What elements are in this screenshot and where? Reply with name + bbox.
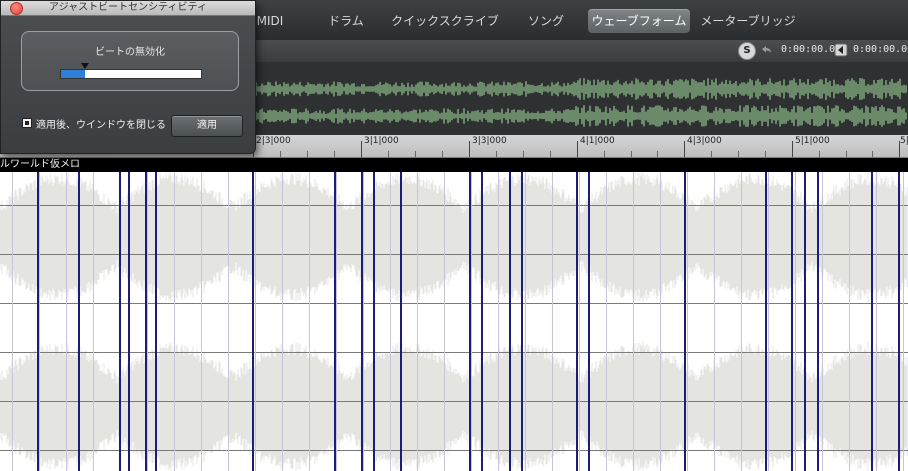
time-start-readout: 0:00:00.00	[781, 44, 842, 55]
ruler-label: 3|3|000	[472, 136, 507, 146]
slider-fill	[61, 70, 85, 78]
tab-song[interactable]: ソング	[514, 9, 578, 33]
tab-drum[interactable]: ドラム	[316, 9, 376, 33]
close-icon[interactable]	[10, 2, 23, 15]
beat-sensitivity-slider[interactable]	[60, 63, 202, 79]
marker-icon[interactable]	[834, 43, 848, 57]
dialog-titlebar[interactable]: アジャストビートセンシティビティ	[1, 1, 255, 16]
tab-meterbridge[interactable]: メーターブリッジ	[698, 9, 798, 33]
main-waveform-editor[interactable]	[0, 172, 908, 471]
beat-disable-group: ビートの無効化	[21, 31, 239, 91]
tab-midi[interactable]: MIDI	[250, 9, 290, 33]
undo-icon[interactable]	[759, 43, 773, 57]
apply-button[interactable]: 適用	[171, 115, 243, 137]
beat-disable-label: ビートの無効化	[95, 47, 165, 58]
ruler-label: 4|3|000	[687, 136, 722, 146]
tab-quickscribe[interactable]: クイックスクライブ	[386, 9, 504, 33]
ruler-label: 4|1|000	[580, 136, 615, 146]
ruler-label: 5|1|000	[795, 136, 830, 146]
time-end-readout: 0:00:00.00	[853, 44, 908, 55]
track-title: ルワールド仮メロ	[0, 158, 908, 172]
close-after-apply-checkbox[interactable]	[22, 118, 32, 128]
ruler-label: 3|1|000	[364, 136, 399, 146]
ruler-label: 2|3|000	[256, 136, 291, 146]
slider-thumb[interactable]	[80, 63, 89, 69]
adjust-beat-sensitivity-dialog: アジャストビートセンシティビティ ビートの無効化 適用後、ウインドウを閉じる 適…	[0, 0, 256, 154]
close-after-apply-label[interactable]: 適用後、ウインドウを閉じる	[36, 116, 166, 131]
dialog-title: アジャストビートセンシティビティ	[49, 2, 207, 13]
main-waveform-graphic	[0, 172, 908, 471]
ruler-label: 5|	[900, 136, 908, 146]
tab-waveform[interactable]: ウェーブフォーム	[588, 9, 690, 33]
solo-button[interactable]: S	[738, 42, 756, 60]
